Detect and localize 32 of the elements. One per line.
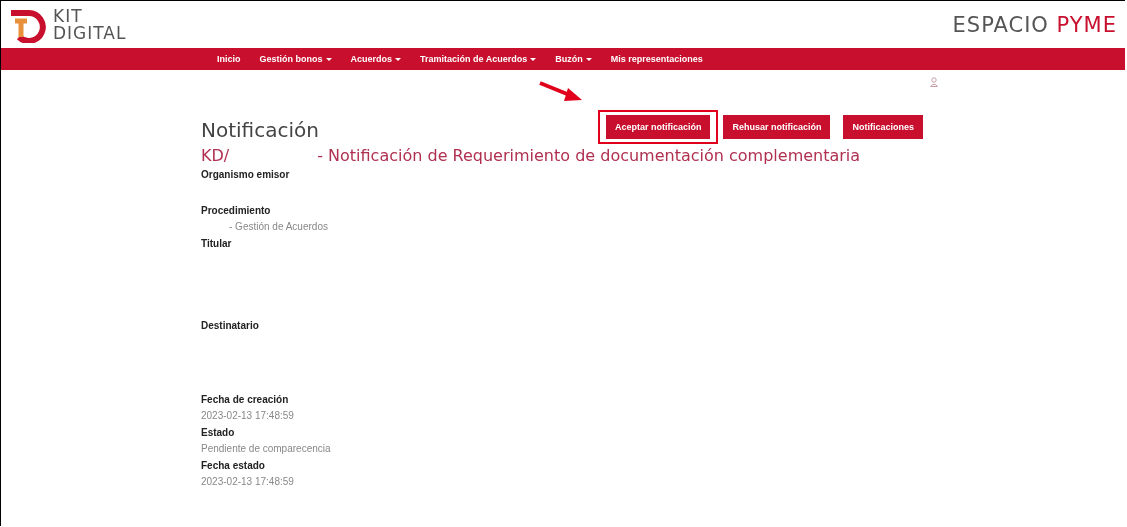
field-label: Fecha de creación bbox=[201, 394, 290, 405]
field-value: - Gestión de Acuerdos bbox=[228, 221, 329, 232]
field-label: Destinatario bbox=[201, 320, 260, 331]
field-label: Procedimiento bbox=[201, 205, 272, 216]
field-label: Titular bbox=[201, 238, 233, 249]
nav-item[interactable]: Mis representaciones bbox=[610, 54, 703, 64]
caret-icon bbox=[395, 57, 402, 61]
nav-item[interactable]: Tramitación de Acuerdos bbox=[420, 54, 537, 64]
caret-icon bbox=[325, 57, 332, 61]
page-title: Notificación bbox=[201, 118, 319, 142]
field-value: 2023-02-13 17:48:59 bbox=[201, 410, 295, 421]
brand-name: ESPACIO PYME bbox=[952, 12, 1117, 37]
notification-reference: KD/ bbox=[201, 146, 230, 165]
caret-icon bbox=[530, 57, 537, 61]
nav-item[interactable]: Acuerdos bbox=[350, 54, 402, 64]
action-button[interactable]: Aceptar notificación bbox=[605, 115, 711, 139]
user-icon[interactable] bbox=[930, 77, 938, 87]
field-value: Pendiente de comparecencia bbox=[201, 443, 332, 454]
logo-text: DIGITAL bbox=[53, 24, 127, 42]
nav-item[interactable]: Inicio bbox=[217, 54, 241, 64]
field-value: 2023-02-13 17:48:59 bbox=[201, 476, 295, 487]
arrow-annotation-icon bbox=[537, 80, 584, 104]
nav-item[interactable]: Gestión bonos bbox=[259, 54, 332, 64]
notification-subject: - Notificación de Requerimiento de documentación complementaria bbox=[317, 146, 861, 165]
logo-text: KIT bbox=[53, 7, 84, 25]
caret-icon bbox=[585, 57, 592, 61]
field-label: Fecha estado bbox=[201, 460, 266, 471]
nav-item[interactable]: Buzón bbox=[555, 54, 592, 64]
field-label: Estado bbox=[201, 427, 236, 438]
action-button[interactable]: Rehusar notificación bbox=[723, 115, 831, 139]
field-label: Organismo emisor bbox=[201, 169, 291, 180]
action-button[interactable]: Notificaciones bbox=[843, 115, 923, 139]
